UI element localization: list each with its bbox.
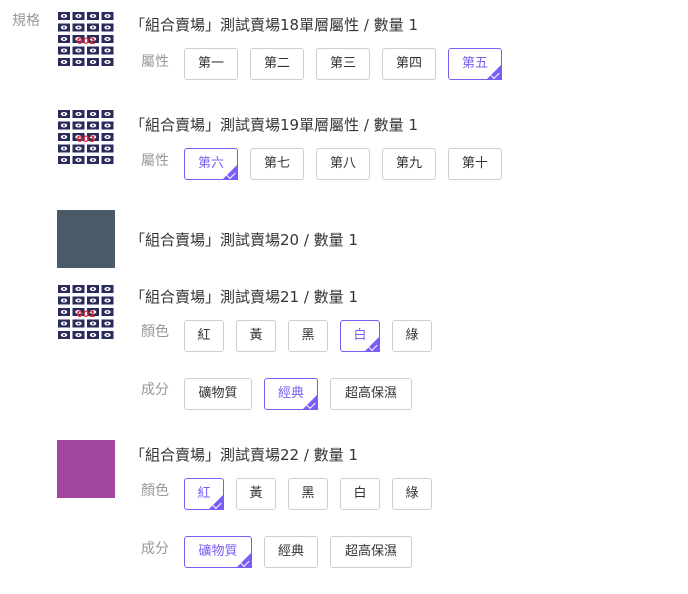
option-button[interactable]: 綠 — [392, 478, 432, 510]
thumbnail-code-text: 003 — [77, 135, 96, 145]
option-button-selected[interactable]: 第六 — [184, 148, 238, 180]
product-thumbnail — [57, 210, 115, 268]
option-button[interactable]: 第四 — [382, 48, 436, 80]
attribute-label: 成分 — [141, 382, 169, 398]
option-button[interactable]: 經典 — [264, 536, 318, 568]
spec-label: 規格 — [12, 13, 40, 29]
option-button[interactable]: 第八 — [316, 148, 370, 180]
option-button[interactable]: 第二 — [250, 48, 304, 80]
option-button[interactable]: 第七 — [250, 148, 304, 180]
option-button-selected[interactable]: 紅 — [184, 478, 224, 510]
product-title: 「組合賣場」測試賣場21 / 數量 1 — [130, 288, 358, 306]
option-button-selected[interactable]: 白 — [340, 320, 380, 352]
option-button[interactable]: 超高保濕 — [330, 536, 412, 568]
option-button[interactable]: 第十 — [448, 148, 502, 180]
thumbnail-pattern: 002 — [57, 11, 115, 69]
option-button[interactable]: 黃 — [236, 478, 276, 510]
product-title: 「組合賣場」測試賣場20 / 數量 1 — [130, 231, 358, 249]
option-button[interactable]: 礦物質 — [184, 378, 252, 410]
thumbnail-pattern: 003 — [57, 109, 115, 167]
product-thumbnail: 001 — [57, 284, 115, 342]
option-button-selected[interactable]: 礦物質 — [184, 536, 252, 568]
option-button[interactable]: 紅 — [184, 320, 224, 352]
attribute-label: 屬性 — [141, 54, 169, 70]
attribute-label: 成分 — [141, 541, 169, 557]
option-button[interactable]: 第一 — [184, 48, 238, 80]
product-title: 「組合賣場」測試賣場22 / 數量 1 — [130, 446, 358, 464]
option-button-selected[interactable]: 經典 — [264, 378, 318, 410]
thumbnail-code-text: 001 — [77, 310, 96, 320]
product-thumbnail — [57, 440, 115, 498]
option-button[interactable]: 第三 — [316, 48, 370, 80]
product-title: 「組合賣場」測試賣場19單層屬性 / 數量 1 — [130, 116, 418, 134]
option-button-selected[interactable]: 第五 — [448, 48, 502, 80]
thumbnail-code-text: 002 — [77, 37, 96, 47]
attribute-label: 屬性 — [141, 153, 169, 169]
option-button[interactable]: 黑 — [288, 478, 328, 510]
attribute-label: 顏色 — [141, 483, 169, 499]
thumbnail-pattern: 001 — [57, 284, 115, 342]
option-button[interactable]: 超高保濕 — [330, 378, 412, 410]
option-button[interactable]: 綠 — [392, 320, 432, 352]
option-button[interactable]: 黃 — [236, 320, 276, 352]
product-thumbnail: 002 — [57, 11, 115, 69]
product-thumbnail: 003 — [57, 109, 115, 167]
option-button[interactable]: 黑 — [288, 320, 328, 352]
option-button[interactable]: 第九 — [382, 148, 436, 180]
option-button[interactable]: 白 — [340, 478, 380, 510]
attribute-label: 顏色 — [141, 324, 169, 340]
product-title: 「組合賣場」測試賣場18單層屬性 / 數量 1 — [130, 16, 418, 34]
